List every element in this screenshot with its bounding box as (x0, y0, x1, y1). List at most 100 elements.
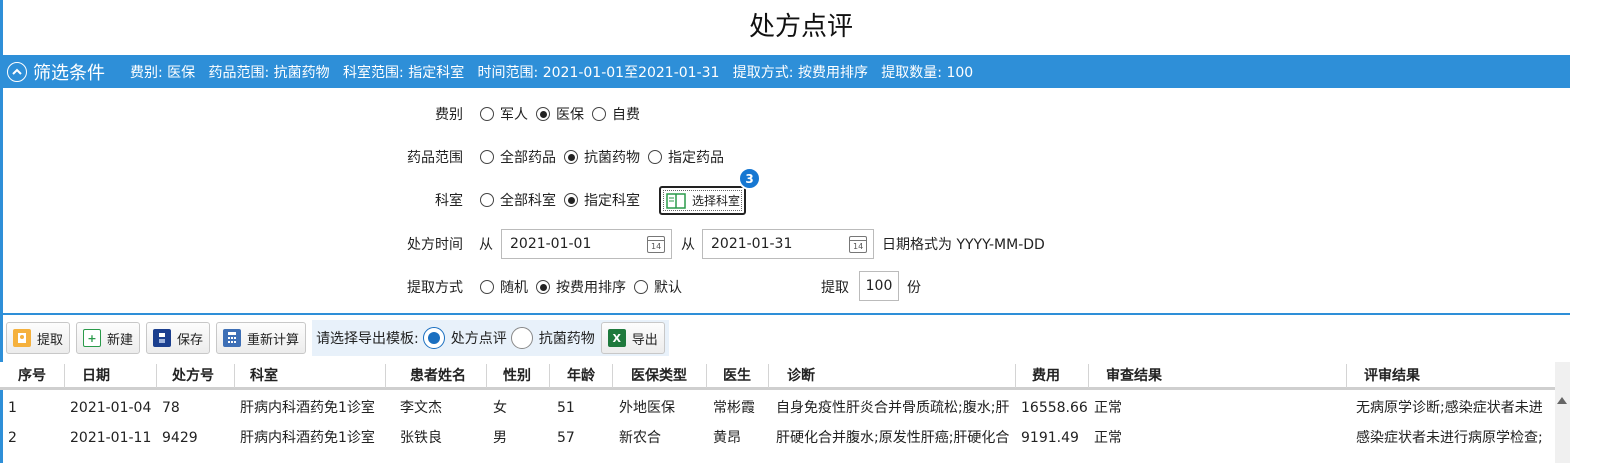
column-divider[interactable] (1088, 364, 1089, 388)
column-header-department[interactable]: 科室 (250, 362, 278, 390)
department-option-all[interactable]: 全部科室 (480, 190, 556, 210)
template-option-antibiotic[interactable]: 抗菌药物 (539, 328, 595, 348)
cell-patient: 李文杰 (400, 400, 442, 416)
cell-insurance-type: 外地医保 (619, 400, 675, 416)
extract-button[interactable]: 提取 (6, 322, 71, 354)
toolbar: 提取 + 新建 保存 重新计算 请选择导出模板: 处方点评 抗菌药物 X 导出 (6, 320, 669, 356)
calendar-icon[interactable]: 14 (647, 236, 665, 253)
radio[interactable] (480, 150, 494, 164)
end-date-input[interactable]: 2021-01-31 14 (702, 229, 874, 259)
radio[interactable] (634, 280, 648, 294)
extract-count-input[interactable]: 100 (859, 271, 899, 301)
selected-count-badge: 3 (738, 167, 761, 190)
extract-count-unit: 份 (907, 280, 921, 296)
fee-type-option-military[interactable]: 军人 (480, 104, 528, 124)
cell-review-result: 无病原学诊断;感染症状者未进 (1356, 400, 1543, 416)
column-divider[interactable] (156, 364, 157, 388)
radio-selected[interactable] (564, 150, 578, 164)
column-divider[interactable] (1346, 364, 1347, 388)
table-row[interactable]: 1 2021-01-04 78 肝病内科酒药免1诊室 李文杰 女 51 外地医保… (0, 393, 1560, 423)
scroll-up-icon[interactable] (1557, 397, 1567, 404)
column-divider[interactable] (549, 364, 550, 388)
filter-bar[interactable]: 筛选条件 费别: 医保 药品范围: 抗菌药物 科室范围: 指定科室 时间范围: … (0, 55, 1570, 88)
vertical-scrollbar[interactable] (1555, 362, 1570, 463)
column-divider[interactable] (706, 364, 707, 388)
table-header: 序号 日期 处方号 科室 患者姓名 性别 年龄 医保类型 医生 诊断 费用 审查… (0, 362, 1570, 390)
column-divider[interactable] (234, 364, 235, 388)
cell-cost: 16558.66 (1021, 400, 1088, 416)
fee-type-option-self[interactable]: 自费 (592, 104, 640, 124)
start-date-input[interactable]: 2021-01-01 14 (501, 229, 672, 259)
column-header-cost[interactable]: 费用 (1032, 362, 1060, 390)
column-divider[interactable] (385, 364, 386, 388)
drug-scope-option-specified[interactable]: 指定药品 (648, 147, 724, 167)
chevron-up-icon[interactable] (7, 61, 27, 82)
department-option-specified[interactable]: 指定科室 (564, 190, 640, 210)
radio[interactable] (480, 193, 494, 207)
cell-gender: 男 (493, 430, 507, 446)
column-header-insurance-type[interactable]: 医保类型 (631, 362, 687, 390)
column-divider[interactable] (612, 364, 613, 388)
new-button[interactable]: + 新建 (76, 322, 141, 354)
cell-review-result: 感染症状者未进行病原学检查; (1356, 430, 1543, 446)
recalculate-button[interactable]: 重新计算 (216, 322, 307, 354)
cell-doctor: 常彬霞 (713, 400, 755, 416)
radio[interactable] (592, 107, 606, 121)
drug-scope-option-all[interactable]: 全部药品 (480, 147, 556, 167)
extract-mode-option-default[interactable]: 默认 (634, 277, 682, 297)
radio-selected[interactable] (536, 107, 550, 121)
template-option-rx-review[interactable]: 处方点评 (451, 328, 507, 348)
fee-type-label: 费别 (435, 107, 463, 123)
radio[interactable] (480, 280, 494, 294)
column-divider[interactable] (64, 364, 65, 388)
save-button[interactable]: 保存 (146, 322, 211, 354)
cell-patient: 张铁良 (400, 430, 442, 446)
radio[interactable] (480, 107, 494, 121)
drug-scope-option-antibiotic[interactable]: 抗菌药物 (564, 147, 640, 167)
column-divider[interactable] (486, 364, 487, 388)
cell-insurance-type: 新农合 (619, 430, 661, 446)
template-radio-rx-review[interactable] (422, 327, 445, 349)
column-header-patient[interactable]: 患者姓名 (410, 362, 466, 390)
cell-cost: 9191.49 (1021, 430, 1079, 446)
table-row[interactable]: 2 2021-01-11 9429 肝病内科酒药免1诊室 张铁良 男 57 新农… (0, 423, 1560, 453)
cell-date: 2021-01-11 (70, 430, 152, 446)
column-divider[interactable] (1015, 364, 1016, 388)
column-header-gender[interactable]: 性别 (503, 362, 531, 390)
extract-mode-option-random[interactable]: 随机 (480, 277, 528, 297)
column-divider[interactable] (768, 364, 769, 388)
cell-index: 1 (8, 400, 17, 416)
page-title: 处方点评 (748, 12, 853, 42)
template-radio-antibiotic[interactable] (510, 327, 533, 349)
from-label: 从 (479, 237, 493, 253)
drug-scope-row: 药品范围 全部药品 抗菌药物 指定药品 (0, 142, 1000, 172)
column-header-rx-no[interactable]: 处方号 (172, 362, 214, 390)
radio[interactable] (648, 150, 662, 164)
cell-rx-no: 9429 (162, 430, 198, 446)
extract-mode-row: 提取方式 随机 按费用排序 默认 提取 份 (0, 272, 1000, 302)
filter-title: 筛选条件 (33, 62, 105, 84)
cell-department: 肝病内科酒药免1诊室 (240, 400, 375, 416)
radio-selected[interactable] (536, 280, 550, 294)
column-header-diagnosis[interactable]: 诊断 (787, 362, 815, 390)
column-header-audit-result[interactable]: 审查结果 (1106, 362, 1162, 390)
extract-count-label: 提取 (821, 280, 849, 296)
to-label: 从 (681, 237, 695, 253)
book-icon (666, 192, 686, 209)
column-header-index[interactable]: 序号 (18, 362, 46, 390)
column-header-review-result[interactable]: 评审结果 (1364, 362, 1420, 390)
column-header-age[interactable]: 年龄 (567, 362, 595, 390)
export-button[interactable]: X 导出 (600, 322, 665, 354)
calendar-icon[interactable]: 14 (849, 236, 867, 253)
radio-selected[interactable] (564, 193, 578, 207)
excel-icon: X (607, 329, 626, 347)
column-header-doctor[interactable]: 医生 (723, 362, 751, 390)
cell-gender: 女 (493, 400, 507, 416)
select-department-label: 选择科室 (692, 194, 741, 208)
extract-mode-option-by-cost[interactable]: 按费用排序 (536, 277, 626, 297)
select-department-button[interactable]: 选择科室 (659, 186, 746, 215)
cell-department: 肝病内科酒药免1诊室 (240, 430, 375, 446)
column-header-date[interactable]: 日期 (82, 362, 110, 390)
fee-type-option-insurance[interactable]: 医保 (536, 104, 584, 124)
cell-diagnosis: 肝硬化合并腹水;原发性肝癌;肝硬化合 (776, 430, 1010, 446)
